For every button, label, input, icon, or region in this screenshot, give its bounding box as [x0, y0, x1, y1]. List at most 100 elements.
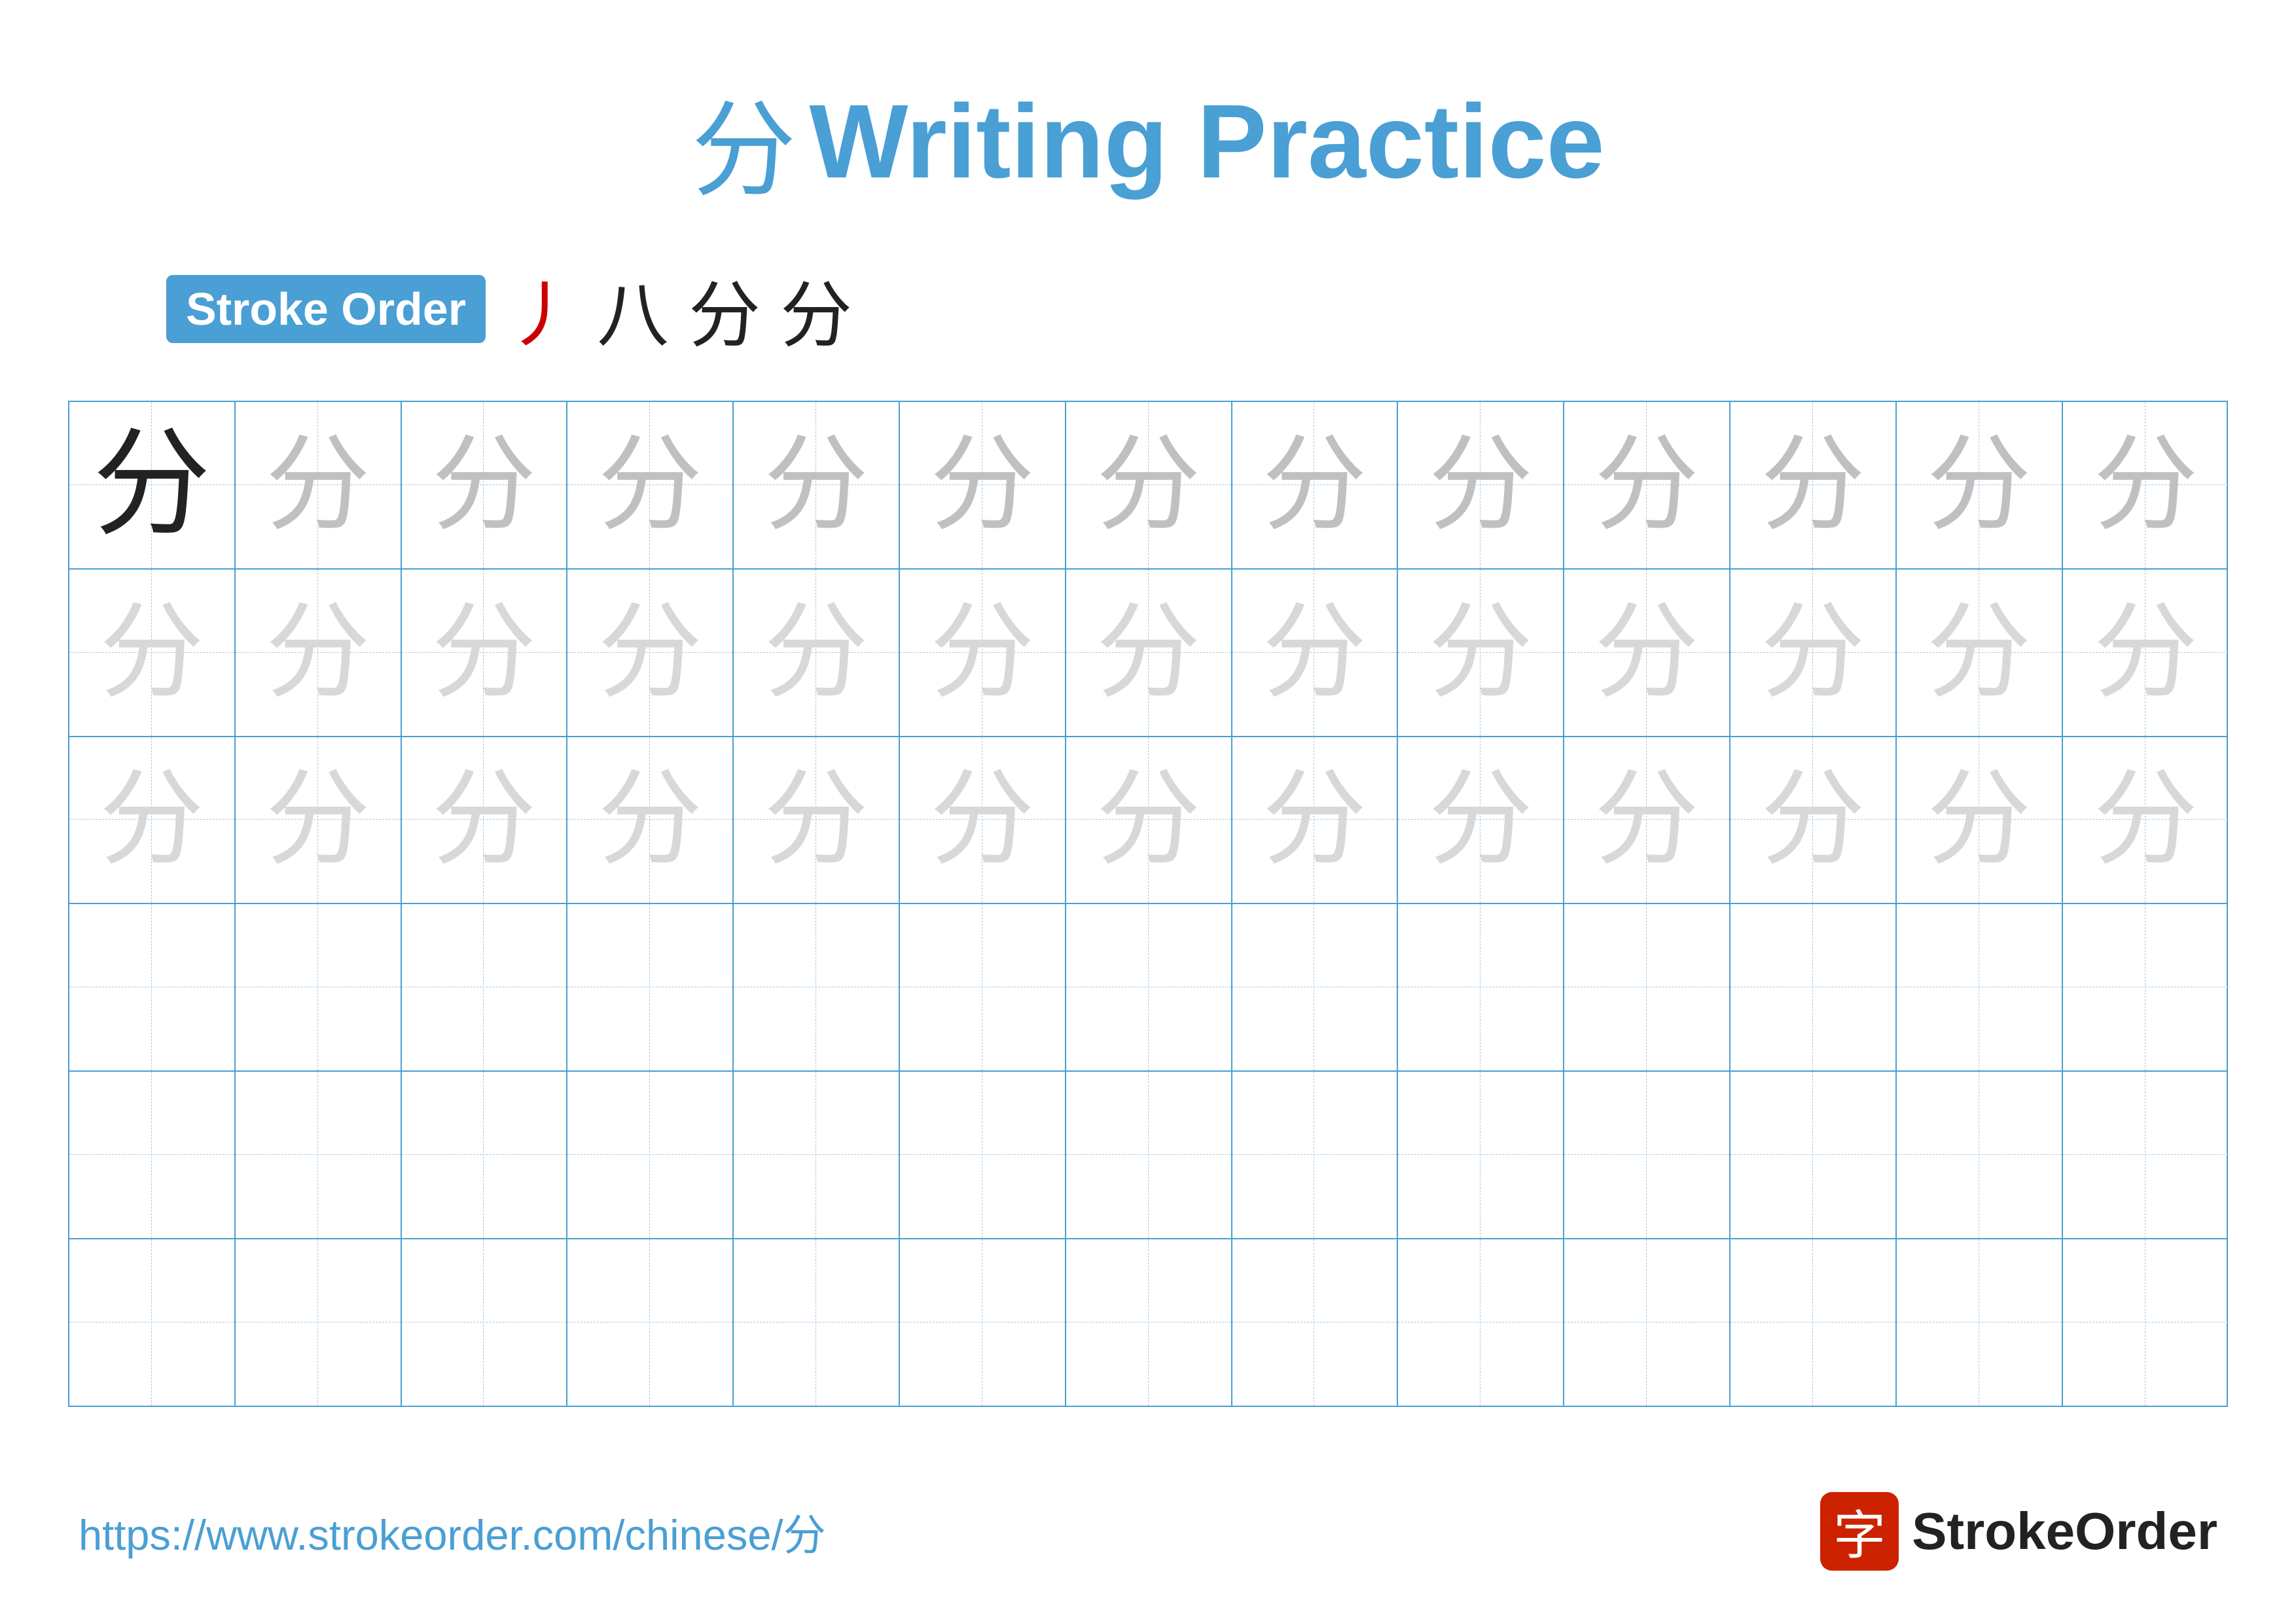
- char-light: 分: [266, 600, 370, 705]
- grid-cell-r4c7: [1066, 904, 1232, 1070]
- grid-cell-r5c3: [402, 1072, 568, 1238]
- char-light: 分: [598, 600, 702, 705]
- logo-icon: 字: [1820, 1492, 1899, 1571]
- grid-cell-r4c9: [1398, 904, 1564, 1070]
- grid-cell-r4c3: [402, 904, 568, 1070]
- char-med: 分: [2093, 433, 2198, 538]
- grid-cell-r2c3: 分: [402, 570, 568, 736]
- char-lighter: 分: [1594, 767, 1699, 872]
- char-lighter: 分: [1761, 767, 1865, 872]
- char-light: 分: [431, 600, 536, 705]
- char-med: 分: [1594, 433, 1699, 538]
- grid-cell-r3c6: 分: [900, 737, 1066, 903]
- grid-cell-r1c6: 分: [900, 402, 1066, 568]
- grid-cell-r2c4: 分: [567, 570, 734, 736]
- stroke-order-row: Stroke Order 丿 八 分 分: [101, 257, 2195, 361]
- page-container: 分 Writing Practice Stroke Order 丿 八 分 分 …: [0, 0, 2296, 1623]
- grid-cell-r1c10: 分: [1564, 402, 1731, 568]
- grid-cell-r2c12: 分: [1897, 570, 2063, 736]
- grid-cell-r5c2: [236, 1072, 402, 1238]
- grid-cell-r5c13: [2063, 1072, 2229, 1238]
- char-lighter: 分: [99, 767, 204, 872]
- char-lighter: 分: [598, 767, 702, 872]
- grid-cell-r5c7: [1066, 1072, 1232, 1238]
- grid-cell-r2c11: 分: [1731, 570, 1897, 736]
- title-char: 分: [691, 65, 796, 217]
- grid-cell-r2c5: 分: [734, 570, 900, 736]
- grid-cell-r5c5: [734, 1072, 900, 1238]
- stroke-char-2: 八: [597, 257, 669, 361]
- grid-cell-r5c4: [567, 1072, 734, 1238]
- grid-cell-r1c3: 分: [402, 402, 568, 568]
- grid-cell-r1c1: 分: [69, 402, 236, 568]
- grid-cell-r1c7: 分: [1066, 402, 1232, 568]
- char-light: 分: [1927, 600, 2032, 705]
- char-lighter: 分: [930, 767, 1035, 872]
- grid-cell-r2c10: 分: [1564, 570, 1731, 736]
- stroke-char-3: 分: [689, 257, 761, 361]
- char-med: 分: [1428, 433, 1533, 538]
- practice-grid: 分 分 分 分 分 分 分 分 分: [68, 401, 2228, 1407]
- char-med: 分: [266, 433, 370, 538]
- grid-cell-r6c13: [2063, 1239, 2229, 1406]
- stroke-order-badge: Stroke Order: [166, 275, 486, 343]
- char-med: 分: [598, 433, 702, 538]
- grid-cell-r3c13: 分: [2063, 737, 2229, 903]
- grid-row-6: [69, 1239, 2227, 1406]
- grid-cell-r1c9: 分: [1398, 402, 1564, 568]
- grid-cell-r4c6: [900, 904, 1066, 1070]
- char-light: 分: [930, 600, 1035, 705]
- char-med: 分: [930, 433, 1035, 538]
- grid-cell-r1c8: 分: [1232, 402, 1399, 568]
- grid-cell-r3c3: 分: [402, 737, 568, 903]
- grid-cell-r6c10: [1564, 1239, 1731, 1406]
- grid-cell-r6c11: [1731, 1239, 1897, 1406]
- grid-cell-r5c12: [1897, 1072, 2063, 1238]
- title-text: Writing Practice: [809, 81, 1604, 202]
- grid-cell-r1c11: 分: [1731, 402, 1897, 568]
- grid-cell-r6c3: [402, 1239, 568, 1406]
- grid-row-4: [69, 904, 2227, 1072]
- char-med: 分: [1927, 433, 2032, 538]
- grid-row-2: 分 分 分 分 分 分 分 分 分: [69, 570, 2227, 737]
- grid-cell-r6c1: [69, 1239, 236, 1406]
- grid-cell-r6c2: [236, 1239, 402, 1406]
- grid-cell-r3c10: 分: [1564, 737, 1731, 903]
- char-dark: 分: [93, 426, 211, 544]
- stroke-order-chars: 丿 八 分 分: [505, 257, 852, 361]
- grid-cell-r2c2: 分: [236, 570, 402, 736]
- grid-cell-r3c1: 分: [69, 737, 236, 903]
- char-med: 分: [764, 433, 869, 538]
- logo-name: StrokeOrder: [1912, 1501, 2217, 1561]
- char-lighter: 分: [1096, 767, 1201, 872]
- grid-cell-r4c2: [236, 904, 402, 1070]
- grid-cell-r6c4: [567, 1239, 734, 1406]
- grid-cell-r5c9: [1398, 1072, 1564, 1238]
- grid-row-3: 分 分 分 分 分 分 分 分 分: [69, 737, 2227, 905]
- grid-cell-r4c11: [1731, 904, 1897, 1070]
- char-lighter: 分: [431, 767, 536, 872]
- grid-cell-r6c9: [1398, 1239, 1564, 1406]
- stroke-char-1: 丿: [505, 257, 577, 361]
- grid-cell-r3c7: 分: [1066, 737, 1232, 903]
- grid-cell-r4c1: [69, 904, 236, 1070]
- grid-cell-r1c13: 分: [2063, 402, 2229, 568]
- logo-char: 字: [1833, 1493, 1886, 1569]
- grid-cell-r5c6: [900, 1072, 1066, 1238]
- title-row: 分 Writing Practice: [691, 65, 1604, 217]
- grid-cell-r1c5: 分: [734, 402, 900, 568]
- grid-cell-r6c5: [734, 1239, 900, 1406]
- grid-row-1: 分 分 分 分 分 分 分 分 分: [69, 402, 2227, 570]
- char-lighter: 分: [2093, 767, 2198, 872]
- grid-cell-r2c8: 分: [1232, 570, 1399, 736]
- grid-cell-r6c8: [1232, 1239, 1399, 1406]
- grid-cell-r4c5: [734, 904, 900, 1070]
- char-light: 分: [764, 600, 869, 705]
- char-lighter: 分: [1262, 767, 1367, 872]
- footer-url: https://www.strokeorder.com/chinese/分: [79, 1501, 826, 1562]
- grid-cell-r3c4: 分: [567, 737, 734, 903]
- grid-cell-r3c2: 分: [236, 737, 402, 903]
- grid-cell-r2c1: 分: [69, 570, 236, 736]
- char-light: 分: [1096, 600, 1201, 705]
- char-lighter: 分: [1927, 767, 2032, 872]
